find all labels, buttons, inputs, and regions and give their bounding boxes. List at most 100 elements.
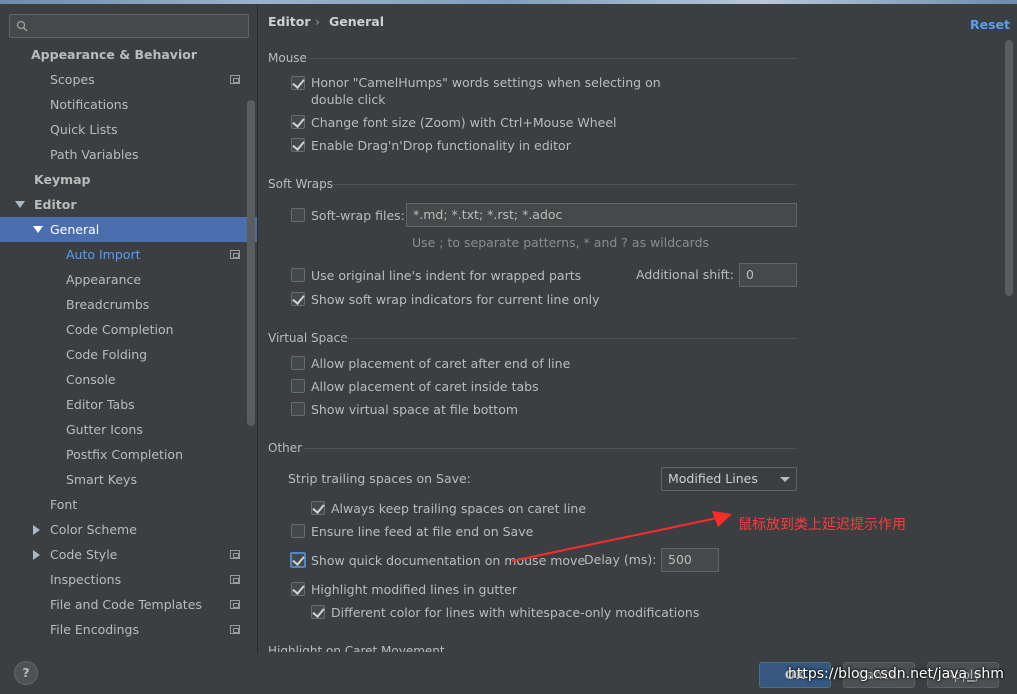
section-divider (341, 338, 797, 339)
tree-item-keymap[interactable]: Keymap (0, 167, 257, 192)
tree-item-label: Editor Tabs (66, 397, 135, 412)
camelhumps-label-line2: double click (311, 92, 386, 107)
tree-item-file-encodings[interactable]: File Encodings (0, 617, 257, 642)
main-scrollbar[interactable] (1005, 40, 1013, 296)
tree-item-font[interactable]: Font (0, 492, 257, 517)
section-divider (331, 184, 797, 185)
tree-item-label: Inspections (50, 572, 122, 587)
project-settings-icon (230, 250, 240, 259)
settings-tree: Appearance & Behavior Scopes Notificatio… (0, 42, 257, 642)
camelhumps-checkbox[interactable] (291, 76, 305, 90)
tree-item-label: Code Completion (66, 322, 174, 337)
sidebar-scrollbar[interactable] (247, 100, 255, 426)
tree-item-label: Code Folding (66, 347, 148, 362)
tree-item-appearance[interactable]: Appearance (0, 267, 257, 292)
caret-inside-tabs-checkbox[interactable] (291, 379, 305, 393)
tree-item-smart-keys[interactable]: Smart Keys (0, 467, 257, 492)
additional-shift-label: Additional shift: (636, 267, 734, 282)
tree-item-scopes[interactable]: Scopes (0, 67, 257, 92)
tree-item-label: Appearance (66, 272, 142, 287)
quick-doc-checkbox[interactable] (290, 552, 306, 568)
soft-wrap-indicators-checkbox[interactable] (291, 292, 305, 306)
virtual-space-bottom-checkbox[interactable] (291, 402, 305, 416)
tree-item-label: Auto Import (66, 247, 141, 262)
tree-item-label: File Encodings (50, 622, 140, 637)
chevron-right-icon[interactable] (33, 550, 40, 560)
tree-item-label: Editor (34, 197, 77, 212)
virtual-space-bottom-label: Show virtual space at file bottom (311, 402, 519, 417)
tree-item-label: File and Code Templates (50, 597, 202, 612)
tree-item-code-style[interactable]: Code Style (0, 542, 257, 567)
section-title-soft-wraps: Soft Wraps (268, 177, 333, 191)
search-icon (16, 20, 28, 32)
tree-item-file-code-templates[interactable]: File and Code Templates (0, 592, 257, 617)
additional-shift-input[interactable]: 0 (739, 263, 797, 287)
section-title-cut-off: Highlight on Caret Movement (268, 644, 445, 652)
soft-wrap-files-checkbox[interactable] (291, 208, 305, 222)
tree-item-color-scheme[interactable]: Color Scheme (0, 517, 257, 542)
tree-item-appearance-behavior[interactable]: Appearance & Behavior (0, 42, 257, 67)
breadcrumb-editor[interactable]: Editor (268, 14, 311, 29)
section-title-other: Other (268, 441, 303, 455)
zoom-checkbox[interactable] (291, 115, 305, 129)
camelhumps-label: Honor "CamelHumps" words settings when s… (311, 75, 661, 90)
different-color-checkbox[interactable] (311, 605, 325, 619)
tree-item-label: Postfix Completion (66, 447, 183, 462)
tree-item-auto-import[interactable]: Auto Import (0, 242, 257, 267)
caret-after-end-label: Allow placement of caret after end of li… (311, 356, 571, 371)
different-color-label: Different color for lines with whitespac… (331, 605, 700, 620)
keep-trailing-checkbox[interactable] (311, 501, 325, 515)
project-settings-icon (230, 600, 240, 609)
chevron-down-icon[interactable] (15, 201, 25, 208)
strip-trailing-dropdown[interactable]: Modified Lines (661, 467, 797, 491)
tree-item-label: Code Style (50, 547, 118, 562)
dragdrop-label: Enable Drag'n'Drop functionality in edit… (311, 138, 571, 153)
tree-item-code-completion[interactable]: Code Completion (0, 317, 257, 342)
tree-item-label: Color Scheme (50, 522, 137, 537)
strip-trailing-label: Strip trailing spaces on Save: (288, 471, 471, 486)
section-divider (309, 58, 797, 59)
soft-wrap-files-hint: Use ; to separate patterns, * and ? as w… (412, 235, 710, 250)
project-settings-icon (230, 550, 240, 559)
chevron-down-icon[interactable] (33, 226, 43, 233)
tree-item-label: Appearance & Behavior (31, 47, 197, 62)
tree-item-inspections[interactable]: Inspections (0, 567, 257, 592)
tree-item-editor-tabs[interactable]: Editor Tabs (0, 392, 257, 417)
tree-item-quick-lists[interactable]: Quick Lists (0, 117, 257, 142)
reset-link[interactable]: Reset (970, 17, 1010, 32)
tree-item-label: Breadcrumbs (66, 297, 150, 312)
zoom-label: Change font size (Zoom) with Ctrl+Mouse … (311, 115, 617, 130)
original-indent-checkbox[interactable] (291, 268, 305, 282)
tree-item-general[interactable]: General (0, 217, 257, 242)
tree-item-code-folding[interactable]: Code Folding (0, 342, 257, 367)
project-settings-icon (230, 575, 240, 584)
chevron-right-icon[interactable] (33, 525, 40, 535)
caret-inside-tabs-label: Allow placement of caret inside tabs (311, 379, 539, 394)
tree-item-console[interactable]: Console (0, 367, 257, 392)
line-feed-checkbox[interactable] (291, 524, 305, 538)
watermark-text: https://blog.csdn.net/java_shm (788, 666, 1004, 682)
tree-item-label: Quick Lists (50, 122, 118, 137)
section-title-mouse: Mouse (268, 51, 307, 65)
original-indent-label: Use original line's indent for wrapped p… (311, 268, 582, 283)
project-settings-icon (230, 75, 240, 84)
project-settings-icon (230, 625, 240, 634)
tree-item-label: Console (66, 372, 116, 387)
breadcrumb-separator: › (315, 14, 320, 29)
search-input[interactable] (9, 14, 249, 38)
tree-item-postfix-completion[interactable]: Postfix Completion (0, 442, 257, 467)
tree-item-notifications[interactable]: Notifications (0, 92, 257, 117)
dragdrop-checkbox[interactable] (291, 138, 305, 152)
tree-item-breadcrumbs[interactable]: Breadcrumbs (0, 292, 257, 317)
caret-after-end-checkbox[interactable] (291, 356, 305, 370)
tree-item-editor[interactable]: Editor (0, 192, 257, 217)
help-button[interactable]: ? (14, 661, 38, 685)
highlight-modified-label: Highlight modified lines in gutter (311, 582, 518, 597)
page-title: General (329, 14, 384, 29)
soft-wrap-files-input[interactable]: *.md; *.txt; *.rst; *.adoc (406, 203, 797, 227)
annotation-text: 鼠标放到类上延迟提示作用 (738, 517, 906, 533)
tree-item-path-variables[interactable]: Path Variables (0, 142, 257, 167)
tree-item-label: Gutter Icons (66, 422, 143, 437)
tree-item-gutter-icons[interactable]: Gutter Icons (0, 417, 257, 442)
highlight-modified-checkbox[interactable] (291, 582, 305, 596)
